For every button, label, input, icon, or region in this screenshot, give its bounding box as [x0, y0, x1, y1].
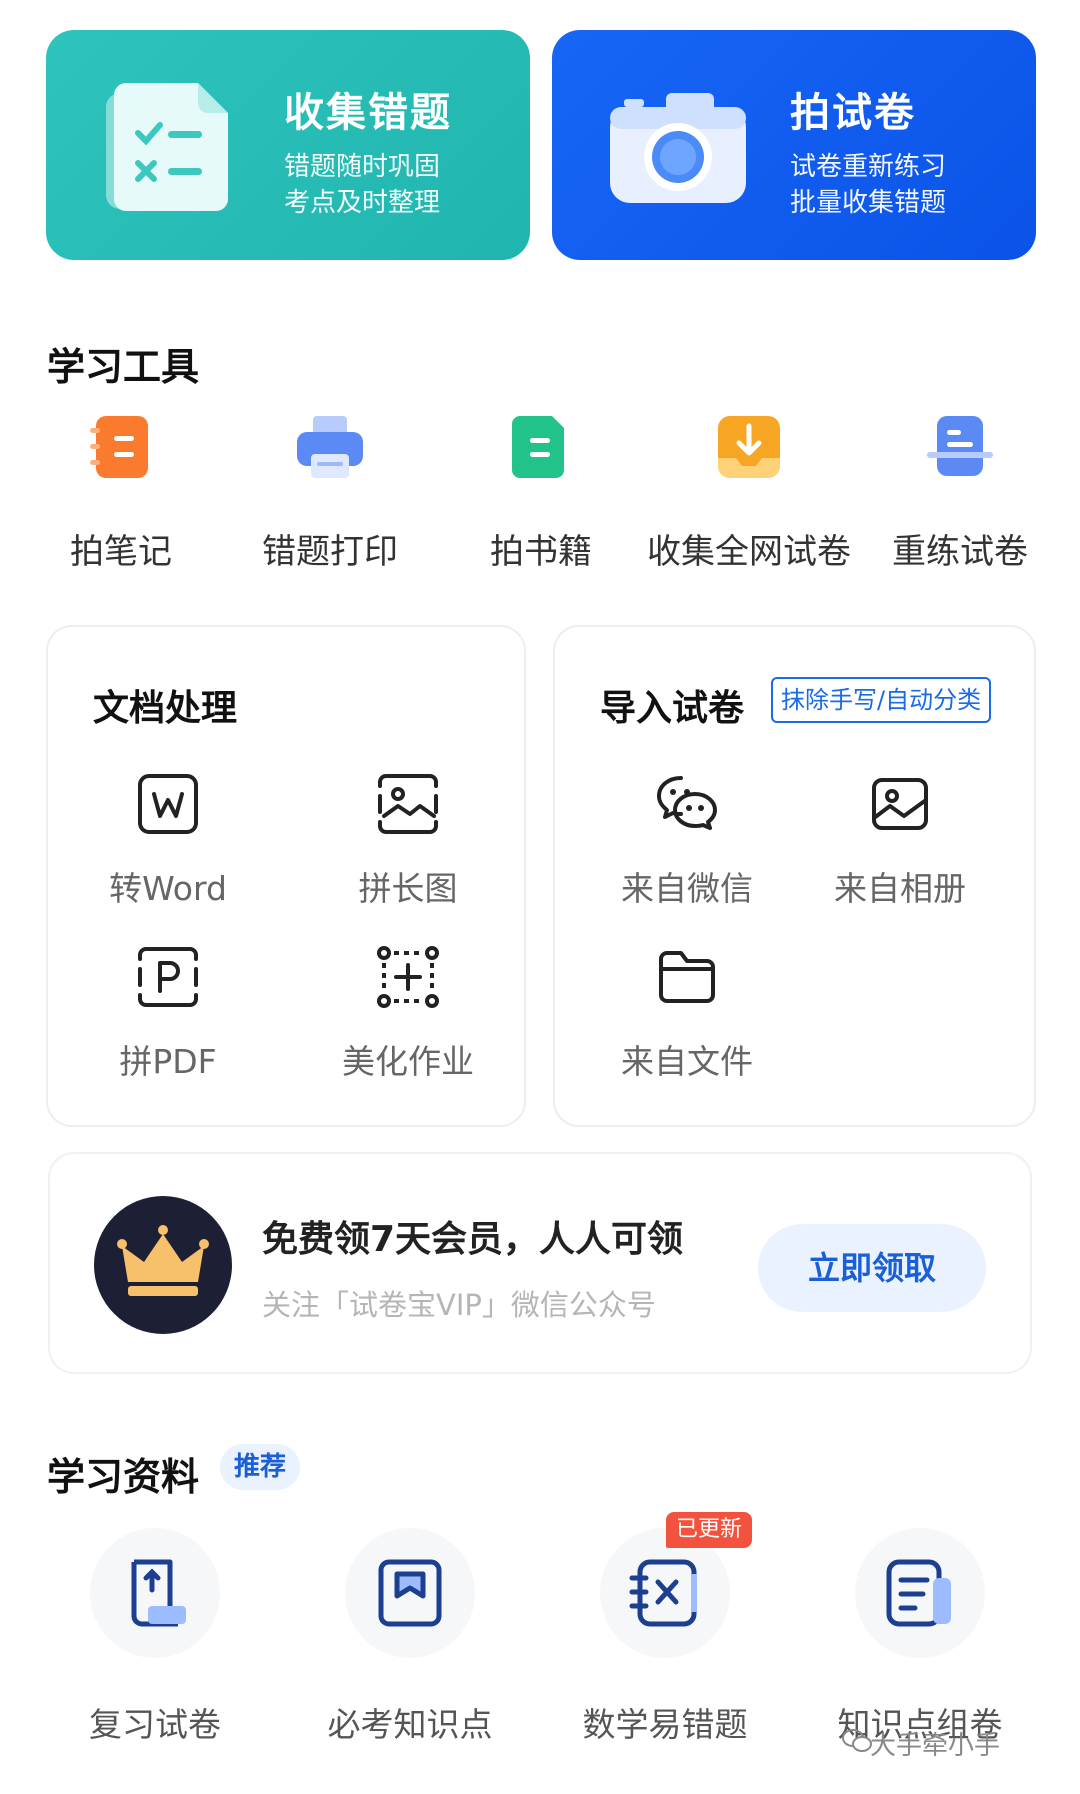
claim-now-button[interactable]: 立即领取: [758, 1224, 986, 1312]
grid-label: 来自相册: [834, 869, 966, 908]
tool-label: 错题打印: [262, 532, 398, 572]
folder-icon: [659, 951, 715, 1003]
wechat-icon: [657, 776, 717, 830]
word-icon: [138, 774, 198, 834]
download-tray-icon: [718, 416, 780, 478]
grid-label: 美化作业: [342, 1042, 474, 1081]
material-label: 数学易错题: [582, 1705, 748, 1744]
beautify-icon: [377, 946, 439, 1008]
album-icon: [872, 778, 928, 830]
material-label: 必考知识点: [327, 1705, 493, 1744]
study-materials-title: 学习资料: [47, 1455, 200, 1499]
tool-label: 拍笔记: [70, 532, 172, 572]
collect-wrong-card[interactable]: 收集错题 错题随时巩固 考点及时整理: [46, 30, 530, 260]
grid-label: 拼PDF: [119, 1042, 217, 1081]
photo-paper-card[interactable]: 拍试卷 试卷重新练习 批量收集错题: [552, 30, 1036, 260]
import-paper-card: 导入试卷 抹除手写/自动分类 来自微信 来自相册 来自文件: [553, 625, 1036, 1127]
grid-label: 来自微信: [621, 869, 753, 908]
printer-icon: [297, 416, 363, 478]
study-tools-title: 学习工具: [47, 345, 200, 389]
import-paper-title: 导入试卷: [600, 688, 745, 729]
watermark-text: 大手牵小手: [870, 1731, 1001, 1761]
vip-promo-banner: 免费领7天会员，人人可领 关注「试卷宝VIP」微信公众号 立即领取: [48, 1152, 1032, 1374]
wechat-watermark-icon: [842, 1729, 872, 1752]
tool-label: 收集全网试卷: [647, 532, 851, 572]
photo-paper-line1: 试卷重新练习: [790, 152, 947, 182]
compose-paper-icon: [886, 1559, 951, 1627]
material-label: 复习试卷: [89, 1705, 221, 1744]
pdf-icon: [138, 947, 198, 1007]
vip-subtitle: 关注「试卷宝VIP」微信公众号: [262, 1288, 656, 1322]
tool-label: 重练试卷: [892, 532, 1028, 572]
recommend-badge: 推荐: [220, 1444, 301, 1490]
updated-tag: 已更新: [666, 1512, 753, 1548]
collect-wrong-line2: 考点及时整理: [284, 188, 441, 218]
tool-label: 拍书籍: [490, 532, 592, 572]
doc-processing-title: 文档处理: [93, 688, 238, 729]
grid-label: 来自文件: [621, 1042, 753, 1081]
crown-icon: [117, 1225, 209, 1296]
bookmark-book-icon: [378, 1559, 442, 1627]
retrain-paper-icon: [927, 416, 993, 476]
collect-wrong-title: 收集错题: [284, 90, 452, 136]
wrong-question-doc-icon: [106, 83, 228, 211]
long-image-icon: [378, 774, 438, 834]
vip-title: 免费领7天会员，人人可领: [262, 1219, 684, 1260]
grid-label: 转Word: [109, 869, 227, 908]
photo-paper-line2: 批量收集错题: [790, 188, 947, 218]
study-tools-row: 拍笔记 错题打印 拍书籍 收集全网试卷 重练试卷: [0, 412, 1080, 572]
import-feature-badge: 抹除手写/自动分类: [771, 677, 992, 723]
camera-icon: [610, 93, 746, 203]
review-paper-icon: [131, 1559, 186, 1627]
vip-avatar: [94, 1196, 232, 1334]
grid-label: 拼长图: [358, 869, 458, 908]
photo-paper-title: 拍试卷: [790, 90, 916, 136]
book-icon: [512, 416, 564, 478]
collect-wrong-line1: 错题随时巩固: [284, 152, 441, 182]
notebook-icon: [90, 416, 148, 478]
math-error-icon: [629, 1559, 697, 1627]
doc-processing-card: 文档处理 转Word 拼长图 拼PDF 美化作业: [46, 625, 526, 1127]
